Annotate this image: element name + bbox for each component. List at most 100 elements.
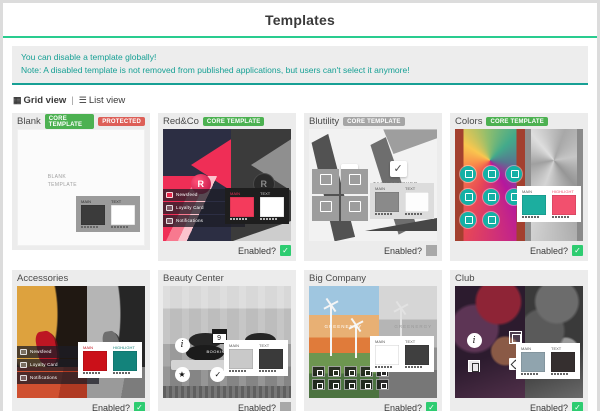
swatch-text: TEXT (405, 339, 429, 369)
enabled-checkbox[interactable]: ✓ (280, 245, 291, 256)
card-head: Beauty Center (163, 270, 291, 286)
template-name: Colors (455, 116, 482, 127)
card-foot: Enabled? ✓ (163, 241, 291, 257)
info-icon: i (467, 333, 482, 348)
swatch-main: MAIN (230, 191, 254, 221)
template-thumbnail[interactable]: GREENERGY GREENERGY (309, 286, 437, 398)
swatch-panel: MAIN TEXT (225, 188, 289, 225)
core-template-badge: CORE TEMPLATE (203, 117, 265, 126)
check-icon: ✓ (136, 404, 143, 411)
swatch-text: TEXT (551, 346, 575, 376)
swatch-panel: MAIN TEXT (370, 336, 434, 373)
card-foot: Enabled? ✓ (163, 398, 291, 411)
enabled-checkbox[interactable]: ✓ (280, 402, 291, 411)
corner-shape (365, 218, 437, 231)
enabled-label: Enabled? (530, 246, 568, 256)
tile-loyalty-card (341, 169, 368, 194)
color-swatch-main (522, 195, 546, 215)
card-head: Accessories (17, 270, 145, 286)
template-thumbnail[interactable]: i 9 BOOKING ★ ✓ MAIN TEXT (163, 286, 291, 398)
grid-view-button[interactable]: ▦ Grid view (13, 95, 66, 106)
swatch-main: MAIN (81, 199, 105, 229)
enabled-label: Enabled? (530, 403, 568, 411)
circle-icon (506, 166, 522, 182)
color-swatch-main (375, 345, 399, 365)
color-swatch-text (551, 352, 575, 372)
color-swatch-text (405, 192, 429, 212)
swatch-hex (375, 213, 392, 215)
menu-label: Notifications (30, 375, 57, 380)
color-swatch-main (375, 192, 399, 212)
swatch-hex (229, 370, 246, 372)
swatch-hex (113, 372, 130, 374)
enabled-checkbox[interactable]: ✓ (572, 245, 583, 256)
enabled-checkbox[interactable]: ✓ (426, 245, 437, 256)
template-thumbnail[interactable]: Newsfeed Loyalty Card Notifications MAIN… (17, 286, 145, 398)
swatch-panel: MAIN HIGHLIGHT (78, 342, 142, 379)
color-swatch-highlight (113, 351, 137, 371)
tile-notifications (312, 196, 339, 221)
swatch-hex (521, 373, 538, 375)
template-name: Blank (17, 116, 41, 127)
tile-newsfeed (312, 169, 339, 194)
color-swatch-text (259, 349, 283, 369)
template-thumbnail[interactable]: R R Newsfeed Loyalty Card Notifications … (163, 129, 291, 241)
enabled-checkbox[interactable]: ✓ (134, 402, 145, 411)
enabled-label: Enabled? (92, 403, 130, 411)
color-swatch-text (405, 345, 429, 365)
tile-icon (328, 379, 341, 390)
menu-label: Loyalty Card (176, 205, 204, 210)
tile-icon (360, 379, 373, 390)
swatch-text: TEXT (111, 199, 135, 229)
core-template-badge: CORE TEMPLATE (45, 114, 94, 129)
loyalty-card-icon (166, 205, 173, 211)
template-name: Club (455, 273, 475, 284)
swatch-highlight: HIGHLIGHT (552, 189, 576, 219)
template-thumbnail[interactable]: BLANK TEMPLATE MAIN TEXT (17, 129, 145, 246)
template-card-accessories: Accessories Newsfeed Loyalty Card Notifi… (12, 270, 150, 411)
list-view-button[interactable]: ☰ List view (79, 95, 126, 106)
menu-label: Loyalty Card (30, 362, 58, 367)
swatch-main: MAIN (83, 345, 107, 375)
grid-view-label: Grid view (24, 95, 67, 106)
template-card-big-company: Big Company GREENERGY GREENERGY (304, 270, 442, 411)
card-head: Red&Co CORE TEMPLATE (163, 113, 291, 129)
swatch-highlight: HIGHLIGHT (113, 345, 137, 375)
swatch-main: MAIN (521, 346, 545, 376)
enabled-checkbox[interactable]: ✓ (426, 402, 437, 411)
swatch-label: TEXT (259, 343, 283, 348)
swatch-text: TEXT (260, 191, 284, 221)
templates-page: Templates You can disable a template glo… (3, 3, 597, 411)
tile-icon (328, 366, 341, 377)
swatch-label: HIGHLIGHT (113, 345, 137, 350)
color-swatch-main (81, 205, 105, 225)
template-card-club: Club i MAIN TEXT (450, 270, 588, 411)
swatch-hex (259, 370, 276, 372)
thumb-caption: GREENERGY (324, 324, 362, 329)
swatch-label: MAIN (375, 339, 399, 344)
template-thumbnail[interactable]: ✓ ✓ TASK TRACKER MAIN (309, 129, 437, 241)
enabled-checkbox[interactable]: ✓ (572, 402, 583, 411)
check-icon: ✓ (428, 404, 435, 411)
swatch-label: MAIN (522, 189, 546, 194)
template-name: Red&Co (163, 116, 199, 127)
swatch-hex (405, 213, 422, 215)
swatch-text: TEXT (259, 343, 283, 373)
swatch-label: MAIN (375, 186, 399, 191)
template-thumbnail[interactable]: MAIN HIGHLIGHT (455, 129, 583, 241)
swatch-hex (81, 226, 98, 228)
swatch-hex (552, 216, 569, 218)
check-logo: ✓ (390, 161, 407, 177)
circle-icon (483, 212, 499, 228)
template-thumbnail[interactable]: i MAIN TEXT (455, 286, 583, 398)
swatch-hex (405, 366, 422, 368)
tile-icon (344, 366, 357, 377)
notice-line-2: Note: A disabled template is not removed… (21, 64, 579, 77)
card-foot: Enabled? ✓ (309, 398, 437, 411)
enabled-label: Enabled? (384, 246, 422, 256)
template-card-colors: Colors CORE TEMPLATE M (450, 113, 588, 261)
circle-icon (460, 189, 476, 205)
card-foot: Enabled? ✓ (455, 241, 583, 257)
swatch-hex (551, 373, 568, 375)
menu-label: Newsfeed (30, 349, 52, 354)
